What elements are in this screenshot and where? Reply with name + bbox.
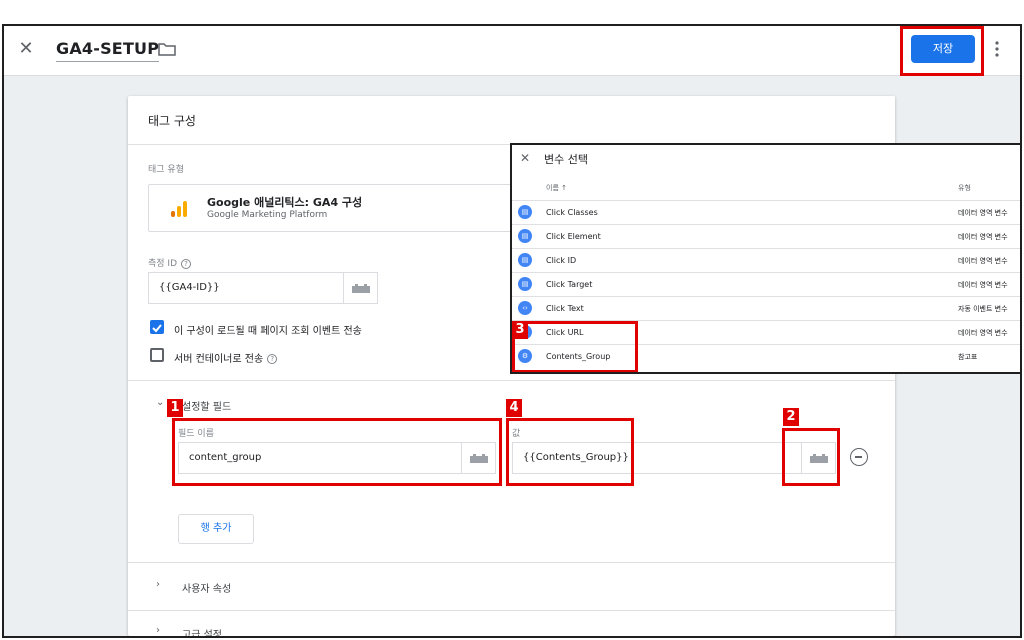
variable-type: 데이터 영역 변수 [958, 257, 1008, 265]
help-icon[interactable]: ? [181, 258, 192, 269]
document-icon: ▤ [518, 229, 532, 243]
annotation-label-1: 1 [167, 399, 183, 417]
variable-type: 데이터 영역 변수 [958, 209, 1008, 217]
page-title[interactable]: GA4-SETUP [56, 39, 160, 62]
remove-row-icon[interactable] [850, 448, 868, 466]
pageview-checkbox[interactable] [150, 320, 164, 334]
variable-row[interactable]: ▤ Click Classes 데이터 영역 변수 [512, 200, 1020, 224]
folder-icon[interactable] [158, 42, 176, 56]
annotation-label-4: 4 [506, 399, 522, 417]
variable-name: Click Text [546, 304, 584, 313]
variable-row[interactable]: ▤ Click ID 데이터 영역 변수 [512, 248, 1020, 272]
divider [128, 562, 895, 563]
server-container-checkbox[interactable] [150, 348, 164, 362]
annotation-box-4 [506, 418, 634, 486]
annotation-label-3: 3 [512, 321, 528, 339]
variable-name: Click ID [546, 256, 577, 265]
variable-name: Click Element [546, 232, 601, 241]
code-icon: ‹› [518, 301, 532, 315]
tag-type-label: 태그 유형 [148, 165, 184, 175]
annotation-box-1 [172, 418, 502, 486]
top-bar: ✕ GA4-SETUP 저장 [4, 26, 1020, 76]
advanced-settings-section[interactable]: 고급 설정 [182, 626, 222, 636]
help-icon[interactable]: ? [267, 354, 278, 364]
google-analytics-icon [171, 201, 187, 217]
more-vert-icon[interactable] [994, 40, 1000, 58]
document-icon: ▤ [518, 277, 532, 291]
close-icon[interactable]: ✕ [520, 151, 530, 165]
document-icon: ▤ [518, 253, 532, 267]
card-title: 태그 구성 [148, 114, 196, 128]
variable-picker-panel: ✕ 변수 선택 이름 ↑ 유형 ▤ Click Classes 데이터 영역 변… [510, 143, 1022, 374]
check-icon [152, 324, 162, 333]
tag-type-selector[interactable]: Google 애널리틱스: GA4 구성 Google Marketing Pl… [148, 184, 518, 232]
annotation-label-5: 5 [901, 24, 917, 26]
close-icon[interactable]: ✕ [16, 39, 36, 59]
measurement-id-label: 측정 ID? [148, 256, 192, 269]
annotation-box-2 [782, 428, 840, 486]
annotation-box-3 [512, 321, 638, 372]
server-container-label: 서버 컨테이너로 전송? [174, 350, 278, 365]
measurement-id-value: {{GA4-ID}} [159, 282, 220, 293]
annotation-label-2: 2 [783, 408, 799, 426]
document-icon: ▤ [518, 205, 532, 219]
panel-title: 변수 선택 [544, 153, 588, 166]
column-header-name[interactable]: 이름 ↑ [546, 183, 567, 193]
chevron-down-icon[interactable]: ⌄ [156, 398, 166, 408]
variable-picker-button[interactable] [343, 273, 377, 303]
variable-type: 데이터 영역 변수 [958, 233, 1008, 241]
variable-name: Click Target [546, 280, 593, 289]
annotation-box-5 [900, 26, 984, 76]
add-row-button[interactable]: 행 추가 [178, 514, 254, 544]
variable-row[interactable]: ▤ Click Target 데이터 영역 변수 [512, 272, 1020, 296]
divider [128, 610, 895, 611]
pageview-checkbox-label: 이 구성이 로드될 때 페이지 조회 이벤트 전송 [174, 326, 362, 337]
variable-type: 데이터 영역 변수 [958, 281, 1008, 289]
measurement-id-input[interactable]: {{GA4-ID}} [148, 272, 378, 304]
column-header-type[interactable]: 유형 [958, 183, 971, 193]
brick-icon [352, 284, 370, 293]
chevron-right-icon[interactable]: › [156, 580, 166, 590]
divider [128, 380, 895, 381]
variable-type: 참고표 [958, 353, 978, 361]
user-properties-section[interactable]: 사용자 속성 [182, 580, 231, 595]
variable-row[interactable]: ‹› Click Text 자동 이벤트 변수 [512, 296, 1020, 320]
variable-row[interactable]: ▤ Click Element 데이터 영역 변수 [512, 224, 1020, 248]
variable-name: Click Classes [546, 208, 598, 217]
variable-type: 데이터 영역 변수 [958, 329, 1008, 337]
variable-type: 자동 이벤트 변수 [958, 305, 1008, 313]
chevron-right-icon[interactable]: › [156, 626, 166, 636]
tag-type-name: Google 애널리틱스: GA4 구성 [207, 196, 363, 209]
tag-type-sub: Google Marketing Platform [207, 210, 328, 220]
fields-section-title[interactable]: 설정할 필드 [182, 398, 231, 413]
